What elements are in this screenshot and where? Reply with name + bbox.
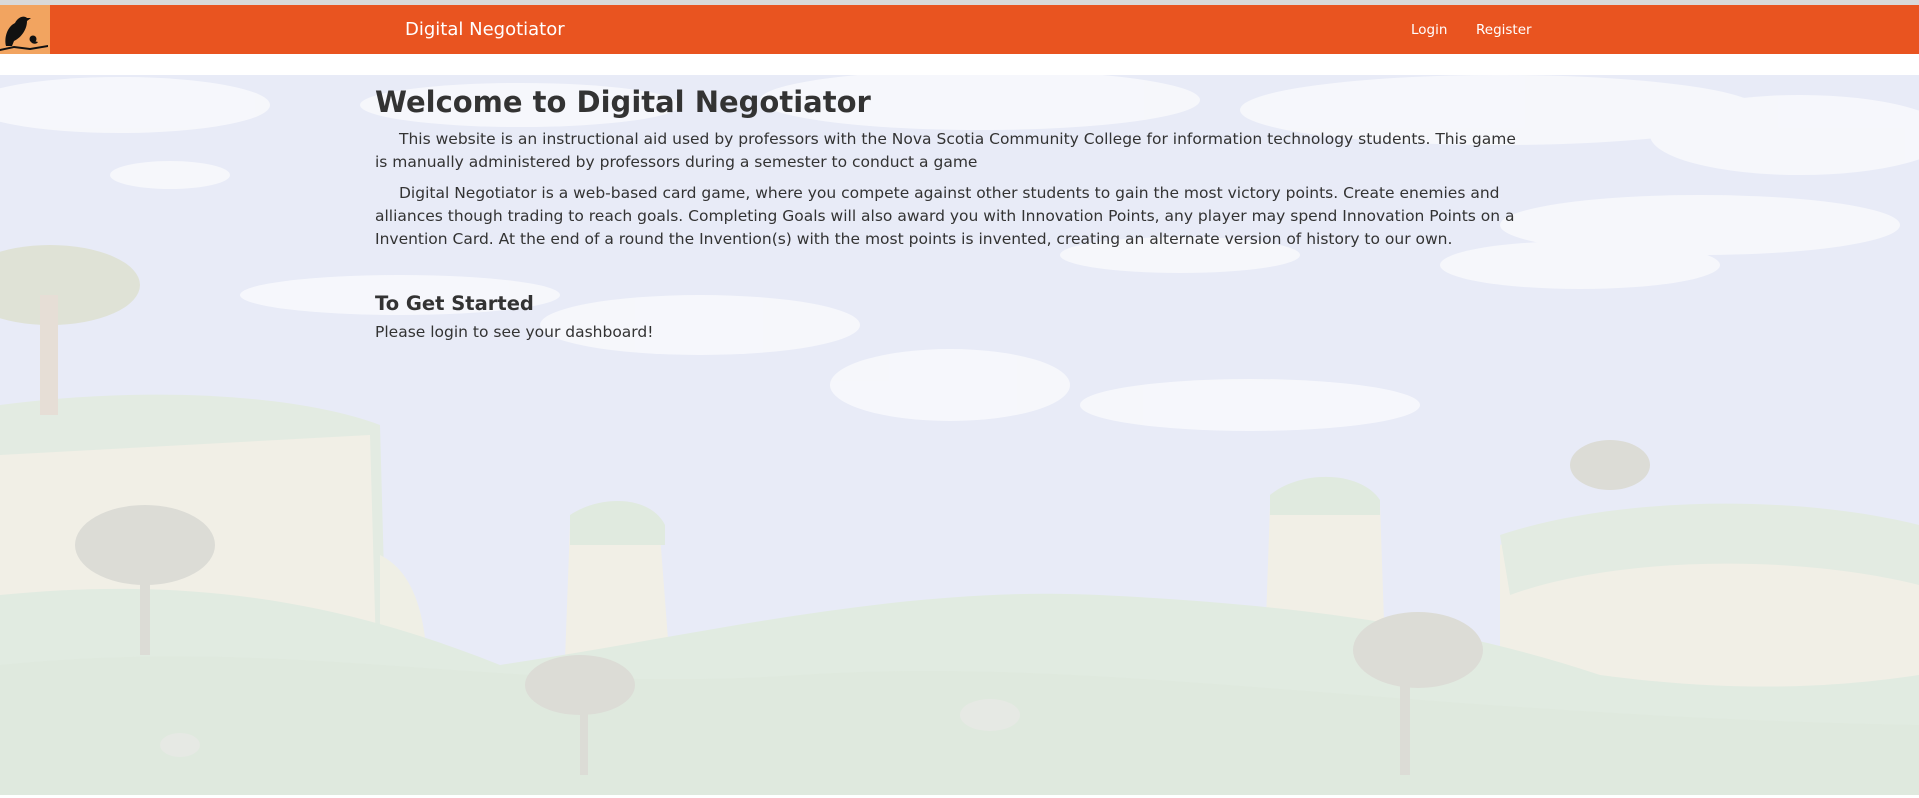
nav-register-link[interactable]: Register [1476, 5, 1532, 54]
section-title: To Get Started [375, 292, 534, 315]
nav-spacer [0, 54, 1919, 75]
brand-link[interactable]: Digital Negotiator [405, 5, 565, 54]
page-title: Welcome to Digital Negotiator [375, 85, 871, 119]
intro-paragraph: This website is an instructional aid use… [375, 130, 1516, 171]
nav-login-link[interactable]: Login [1411, 5, 1447, 54]
bird-on-branch-icon[interactable] [0, 5, 50, 54]
login-prompt-text: Please login to see your dashboard! [375, 323, 654, 341]
main-content: Welcome to Digital Negotiator This websi… [375, 80, 1525, 352]
navbar: Digital Negotiator Login Register [0, 5, 1919, 54]
game-description-paragraph: Digital Negotiator is a web-based card g… [375, 184, 1515, 248]
